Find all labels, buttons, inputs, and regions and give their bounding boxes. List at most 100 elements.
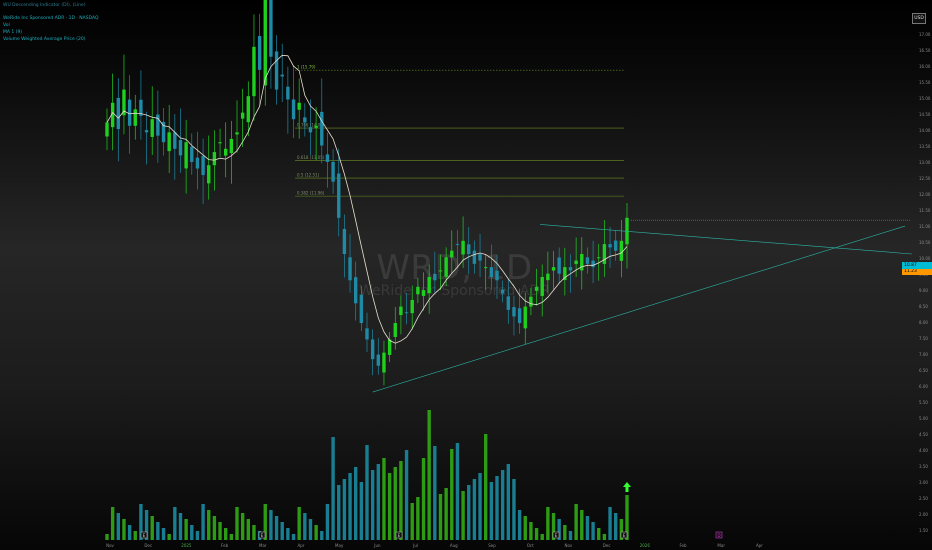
price-axis-label: 14.50	[919, 112, 931, 117]
price-axis-label: 2.00	[919, 512, 928, 517]
candle-body	[433, 273, 437, 281]
candle-body	[597, 257, 601, 259]
volume-bar	[303, 513, 307, 540]
price-axis-label: 6.00	[919, 384, 928, 389]
candle-body	[393, 323, 397, 337]
candle-body	[467, 244, 471, 254]
time-axis-label: Oct	[527, 543, 534, 548]
price-axis-label: 10.50	[919, 240, 931, 245]
volume-bar	[568, 531, 573, 540]
volume-bar	[133, 531, 137, 540]
volume-bar	[574, 504, 578, 540]
candle-body	[354, 277, 358, 304]
candle-body	[224, 148, 228, 156]
candle-body	[190, 146, 194, 162]
volume-bar	[563, 525, 567, 540]
volume-bar	[461, 491, 465, 540]
volume-bar	[450, 449, 454, 540]
candle-body	[297, 102, 301, 110]
candle-body	[540, 277, 544, 296]
volume-bar	[382, 458, 386, 540]
volume-bar	[235, 507, 239, 540]
price-axis-label: 5.50	[919, 400, 928, 405]
candle-body	[201, 155, 205, 176]
candle-body	[602, 244, 607, 264]
volume-bar	[602, 534, 607, 540]
candle-body	[150, 119, 154, 137]
candle-body	[591, 260, 595, 268]
price-axis-label: 3.00	[919, 480, 928, 485]
candle-body	[455, 243, 460, 245]
candle-body	[212, 152, 217, 166]
price-chart[interactable]: 17.00 16.50 16.00 15.50 15.00 14.50 14.00 13.50…	[0, 0, 932, 550]
price-axis-label: 9.00	[919, 288, 928, 293]
volume-bar	[105, 534, 109, 540]
candle-body	[427, 277, 431, 294]
price-axis-label: 11.50	[919, 208, 931, 213]
price-axis-label: 16.00	[919, 64, 931, 69]
time-axis-label: Aug	[450, 543, 458, 548]
time-axis-label: Feb	[679, 543, 687, 548]
candle-body	[450, 250, 454, 258]
candle-body	[608, 244, 612, 248]
candle-body	[218, 142, 222, 144]
resistance-trendline	[539, 224, 913, 255]
candle-body	[574, 260, 578, 265]
volume-bar	[546, 507, 550, 540]
candle-body	[580, 253, 584, 271]
volume-bar	[173, 507, 177, 540]
volume-bar	[421, 458, 426, 540]
candle-body	[619, 240, 624, 261]
candle-body	[178, 139, 183, 156]
candle-body	[472, 250, 477, 264]
volume-bar	[393, 467, 397, 540]
time-axis-label: 2025	[181, 543, 192, 548]
candle-body	[376, 354, 380, 366]
volume-bar	[184, 519, 188, 540]
candle-body	[342, 228, 347, 254]
volume-bar	[399, 461, 403, 540]
price-axis-label: 12.00	[919, 192, 931, 197]
candle-body	[308, 127, 313, 133]
last-price-tag: 11.23	[902, 268, 932, 275]
volume-bar	[167, 534, 171, 540]
candle-body	[495, 270, 499, 281]
volume-bar	[376, 464, 380, 540]
candle-body	[382, 352, 386, 373]
candle-body	[173, 132, 177, 149]
candle-body	[127, 99, 132, 126]
volume-bar	[529, 522, 533, 540]
time-axis-label: Sep	[488, 543, 496, 548]
price-axis-label: 2.50	[919, 496, 928, 501]
candle-body	[399, 306, 403, 316]
candle-body	[156, 114, 160, 136]
time-axis-label: Apr	[756, 543, 763, 548]
volume-bar	[252, 525, 256, 540]
time-axis-label: Nov	[564, 543, 572, 548]
price-axis-label: 4.00	[919, 448, 928, 453]
volume-bar	[597, 528, 601, 540]
volume-bar	[240, 513, 245, 540]
volume-bar	[523, 516, 527, 540]
candle-body	[410, 300, 414, 314]
volume-bar	[122, 519, 126, 540]
candle-body	[478, 254, 482, 261]
time-axis-label: Mar	[717, 543, 725, 548]
candle-body	[195, 157, 200, 169]
volume-bar	[178, 513, 183, 540]
candle-body	[506, 296, 510, 310]
volume-bar	[410, 503, 414, 540]
volume-bar	[540, 534, 544, 540]
chart-root[interactable]: WU Descending Indicator (DI), (Line) WeR…	[0, 0, 932, 550]
volume-bar	[195, 531, 200, 540]
candle-body	[246, 96, 250, 123]
candle-body	[563, 267, 567, 281]
volume-bar	[201, 504, 205, 540]
volume-bar	[517, 510, 522, 540]
volume-bar	[308, 519, 313, 540]
volume-bar	[387, 473, 392, 540]
time-axis-label: Apr	[298, 543, 305, 548]
volume-bar	[269, 510, 273, 540]
candle-body	[438, 270, 443, 272]
volume-bar	[110, 507, 115, 540]
